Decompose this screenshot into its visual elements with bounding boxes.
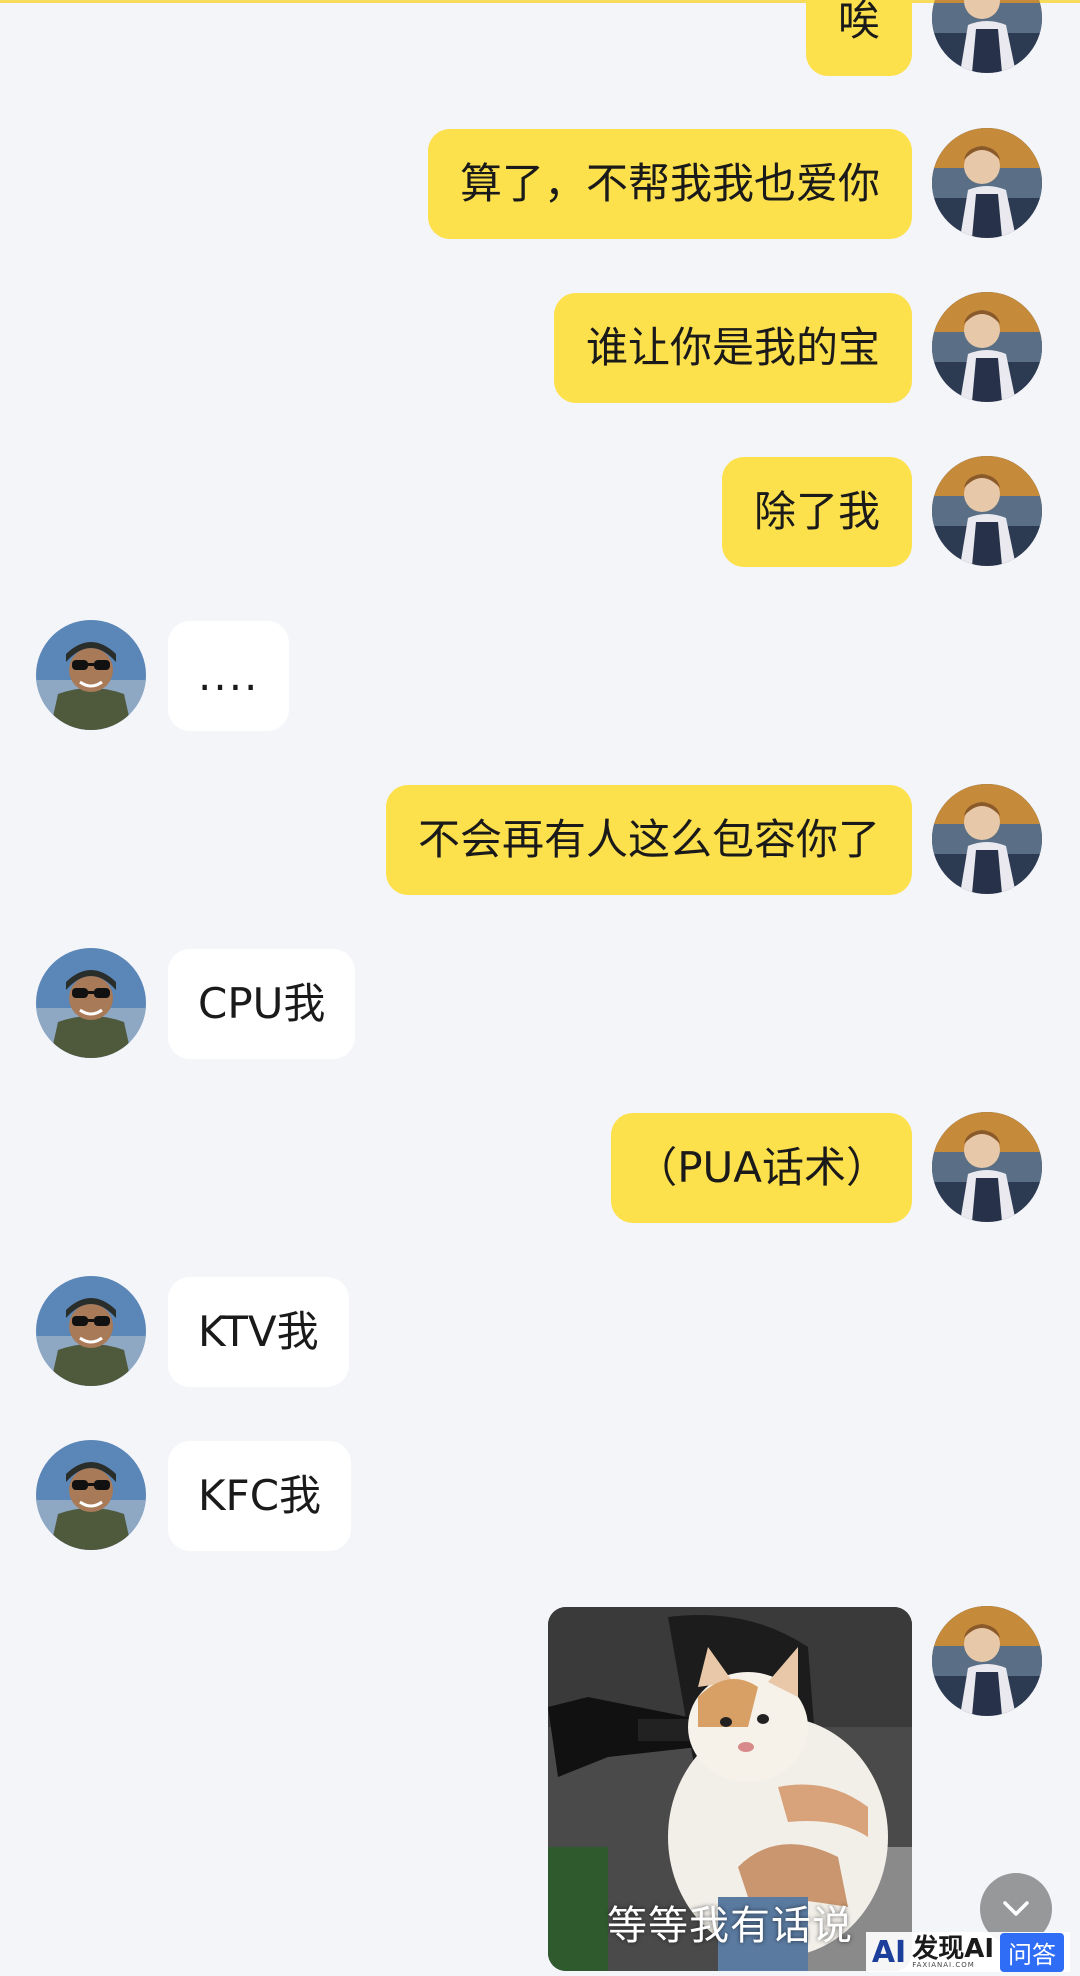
self-avatar[interactable] (932, 292, 1042, 402)
contact-avatar[interactable] (36, 1276, 146, 1386)
watermark-name: 发现AI FAXIANAI.COM (912, 1936, 994, 1969)
chevron-down-icon (1003, 1901, 1029, 1916)
self-message-bubble[interactable]: （PUA话术） (611, 1113, 912, 1223)
watermark-title: 发现AI (912, 1933, 994, 1964)
contact-avatar[interactable] (36, 1440, 146, 1550)
self-avatar[interactable] (932, 456, 1042, 566)
self-message-bubble[interactable]: 除了我 (721, 457, 912, 567)
cat-sticker-image[interactable]: 等等我有话说 (548, 1607, 912, 1971)
watermark-domain: FAXIANAI.COM (912, 1960, 975, 1969)
contact-message-bubble[interactable]: .... (168, 621, 290, 731)
self-avatar[interactable] (932, 784, 1042, 894)
watermark: AI 发现AI FAXIANAI.COM 问答 (865, 1932, 1070, 1972)
self-avatar[interactable] (932, 1606, 1042, 1716)
contact-message-bubble[interactable]: KTV我 (168, 1277, 349, 1387)
self-message-bubble[interactable]: 唉 (805, 0, 912, 76)
contact-message-bubble[interactable]: KFC我 (168, 1441, 352, 1551)
contact-avatar[interactable] (36, 620, 146, 730)
self-avatar[interactable] (932, 1112, 1042, 1222)
self-avatar[interactable] (932, 0, 1042, 73)
contact-avatar[interactable] (36, 948, 146, 1058)
watermark-badge: 问答 (1000, 1932, 1064, 1972)
self-message-bubble[interactable]: 不会再有人这么包容你了 (385, 785, 912, 895)
watermark-logo: AI (871, 1934, 907, 1970)
self-message-bubble[interactable]: 算了，不帮我我也爱你 (427, 129, 912, 239)
top-divider (0, 0, 1080, 3)
self-message-bubble[interactable]: 谁让你是我的宝 (553, 293, 912, 403)
self-avatar[interactable] (932, 128, 1042, 238)
sticker-caption: 等等我有话说 (607, 1903, 853, 1949)
contact-message-bubble[interactable]: CPU我 (168, 949, 356, 1059)
